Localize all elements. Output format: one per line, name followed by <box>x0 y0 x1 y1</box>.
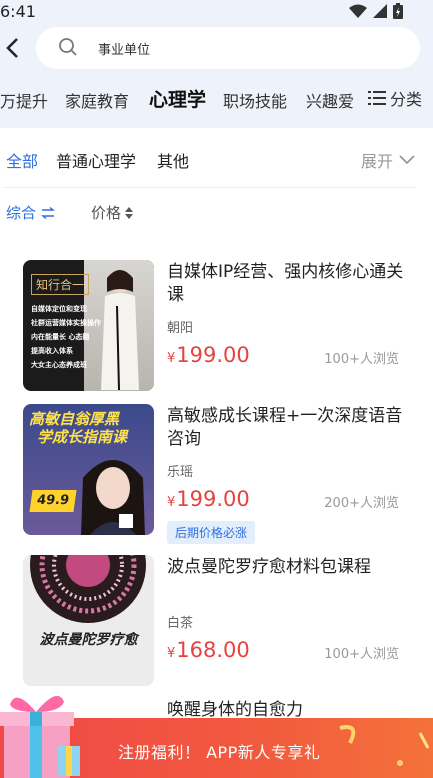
qr-code <box>119 514 133 528</box>
status-icons <box>349 3 403 19</box>
signal-icon <box>373 4 387 18</box>
course-tag: 后期价格必涨 <box>167 521 256 544</box>
thumb-headline: 波点曼陀罗疗愈 <box>39 632 138 648</box>
course-views: 200+人浏览 <box>324 496 399 511</box>
thumb-line: 提高收入体系 <box>31 347 73 355</box>
category-more-button[interactable]: 分类 <box>368 86 422 110</box>
wifi-icon <box>349 4 367 18</box>
category-tabs: 万提升 家庭教育 心理学 职场技能 兴趣爱 分类 <box>0 80 433 116</box>
course-author: 乐瑶 <box>167 465 194 480</box>
course-title: 波点曼陀罗疗愈材料包课程 <box>167 557 371 577</box>
sort-price-label: 价格 <box>91 204 122 222</box>
subtab-2[interactable]: 其他 <box>157 148 189 172</box>
tab-category-0[interactable]: 万提升 <box>0 88 48 112</box>
sort-comprehensive[interactable]: 综合 <box>6 202 56 223</box>
back-arrow-icon[interactable] <box>4 36 22 60</box>
battery-icon <box>393 3 403 19</box>
thumb-badge: 知行合一 <box>31 274 90 295</box>
person-figure <box>101 270 139 390</box>
thumb-lines: 自媒体定位和变现 社群运营媒体实操操作 内在能量长 心态翻 提高收入体系 大女主… <box>31 302 101 372</box>
thumb-headline: 学成长指南课 <box>37 428 128 446</box>
search-placeholder: 事业单位 <box>98 43 151 58</box>
sort-comprehensive-label: 综合 <box>6 204 37 222</box>
sort-arrows-icon <box>125 206 134 219</box>
search-input[interactable]: 事业单位 <box>36 27 420 69</box>
course-price: ¥199.00 <box>167 343 250 367</box>
course-price: ¥199.00 <box>167 487 250 511</box>
course-price: ¥168.00 <box>167 638 250 662</box>
search-icon <box>59 38 77 56</box>
thumb-line: 大女主心态养成班 <box>31 361 87 369</box>
tab-category-2[interactable]: 心理学 <box>149 85 206 112</box>
search-bar: 事业单位 <box>0 24 433 72</box>
mandala-pattern <box>30 555 146 623</box>
promo-banner-text: 注册福利！ APP新人专享礼 <box>118 743 321 762</box>
course-views: 100+人浏览 <box>324 352 399 367</box>
expand-button[interactable]: 展开 <box>361 148 415 172</box>
thumb-line: 内在能量长 心态翻 <box>31 333 90 341</box>
course-thumbnail: 知行合一 自媒体定位和变现 社群运营媒体实操操作 内在能量长 心态翻 提高收入体… <box>23 260 154 391</box>
tab-category-3[interactable]: 职场技能 <box>223 88 287 112</box>
gift-box-icon <box>0 695 80 778</box>
subtab-1[interactable]: 普通心理学 <box>56 148 136 172</box>
tab-category-1[interactable]: 家庭教育 <box>65 88 129 112</box>
divider <box>4 187 416 188</box>
thumb-price: 49.9 <box>29 490 77 512</box>
status-bar: 6:41 <box>0 0 433 24</box>
swap-icon <box>41 206 55 219</box>
subtab-0[interactable]: 全部 <box>6 148 38 172</box>
tab-category-4[interactable]: 兴趣爱 <box>306 88 354 112</box>
course-title: 高敏感成长课程+一次深度语音咨询 <box>167 406 403 449</box>
course-author: 白茶 <box>167 616 194 631</box>
person-figure <box>81 460 145 535</box>
sort-price[interactable]: 价格 <box>91 202 134 223</box>
list-icon <box>368 91 386 105</box>
course-views: 100+人浏览 <box>324 647 399 662</box>
thumb-line: 自媒体定位和变现 <box>31 305 87 313</box>
chevron-down-icon <box>399 155 415 165</box>
expand-label: 展开 <box>361 152 394 171</box>
course-author: 朝阳 <box>167 321 194 336</box>
course-thumbnail: 波点曼陀罗疗愈 <box>23 555 154 686</box>
status-time: 6:41 <box>0 2 36 21</box>
course-thumbnail: 高敏自翁厚黑 学成长指南课 49.9 <box>23 404 154 535</box>
thumb-line: 社群运营媒体实操操作 <box>31 319 101 327</box>
course-title: 自媒体IP经营、强内核修心通关课 <box>167 262 404 305</box>
category-more-label: 分类 <box>390 90 423 109</box>
